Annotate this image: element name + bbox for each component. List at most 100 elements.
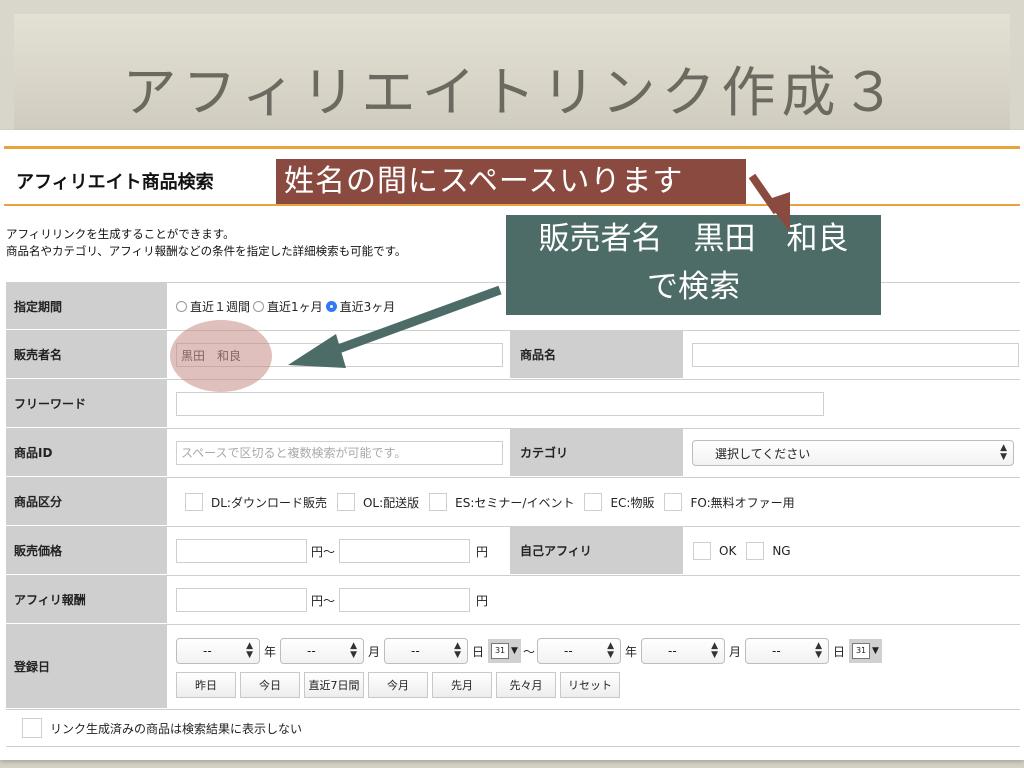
date-from-year-select[interactable]: -- ▲ ▼ bbox=[176, 638, 260, 664]
select-arrows-icon: ▲ ▼ bbox=[246, 641, 253, 660]
radio-off-icon bbox=[176, 301, 187, 312]
category-select[interactable]: 選択してください ▲ ▼ bbox=[692, 440, 1014, 466]
price-to-input[interactable] bbox=[339, 539, 471, 563]
product-id-cell bbox=[167, 429, 510, 477]
label-free-word: フリーワード bbox=[6, 380, 167, 428]
reward-from-input[interactable] bbox=[176, 588, 307, 612]
annotation-search-note: 販売者名 黒田 和良 で検索 bbox=[506, 215, 881, 315]
label-self-affiliate: 自己アフィリ bbox=[510, 527, 683, 575]
intro-line-1: アフィリリンクを生成することができます。 bbox=[6, 227, 235, 241]
row-product-id: 商品ID カテゴリ 選択してください ▲▼ bbox=[6, 429, 1020, 478]
caret-down-icon: ▼ bbox=[872, 646, 879, 656]
checkbox-type-es[interactable]: ES:セミナー/イベント bbox=[429, 493, 574, 511]
radio-period-week[interactable]: 直近１週間 bbox=[176, 298, 250, 315]
row-free-word: フリーワード bbox=[6, 380, 1020, 429]
annotation-search-line-1: 販売者名 黒田 和良 bbox=[538, 221, 849, 257]
label-reward: アフィリ報酬 bbox=[6, 576, 167, 624]
select-arrows-icon: ▲ ▼ bbox=[607, 641, 614, 660]
checkbox-icon bbox=[693, 542, 711, 560]
reward-to-input[interactable] bbox=[339, 588, 471, 612]
row-reward: アフィリ報酬 円〜 円 bbox=[6, 576, 1020, 625]
radio-period-3months[interactable]: 直近3ヶ月 bbox=[325, 298, 395, 315]
checkbox-type-dl[interactable]: DL:ダウンロード販売 bbox=[185, 493, 327, 511]
row-registered: 登録日 -- ▲ ▼ 年 -- ▲ ▼ 月 -- ▲ ▼ 日 31 ▼ 〜 -- ▲ ▼ 年 --… bbox=[6, 625, 1020, 710]
date-range: -- ▲ ▼ 年 -- ▲ ▼ 月 -- ▲ ▼ 日 31 ▼ 〜 -- ▲ ▼ 年 -- ▲ ▼ 月… bbox=[176, 636, 882, 666]
category-cell: 選択してください ▲ ▼ bbox=[683, 429, 1020, 477]
button-last-7-days[interactable]: 直近7日間 bbox=[304, 672, 364, 698]
reward-to-unit: 円 bbox=[476, 593, 489, 608]
select-arrows-icon: ▲ ▼ bbox=[711, 641, 718, 660]
quick-date-buttons: 昨日 今日 直近7日間 今月 先月 先々月 リセット bbox=[176, 672, 624, 698]
select-arrows-icon: ▲ ▼ bbox=[815, 641, 823, 660]
hide-generated-cell: リンク生成済みの商品は検索結果に表示しない bbox=[6, 710, 1020, 746]
checkbox-self-ok[interactable]: OK bbox=[693, 542, 736, 560]
checkbox-icon bbox=[429, 493, 448, 511]
row-seller: 販売者名 商品名 bbox=[6, 331, 1020, 380]
calendar-to-button[interactable]: 31 ▼ bbox=[849, 639, 882, 663]
checkbox-type-ol[interactable]: OL:配送版 bbox=[336, 493, 419, 511]
label-product-type: 商品区分 bbox=[6, 478, 167, 526]
button-reset[interactable]: リセット bbox=[560, 672, 620, 698]
checkbox-icon bbox=[746, 542, 765, 560]
label-period: 指定期間 bbox=[6, 283, 167, 330]
row-product-type: 商品区分 DL:ダウンロード販売 OL:配送版 ES:セミナー/イベント EC:… bbox=[6, 478, 1020, 527]
self-affiliate-options: OK NG bbox=[683, 527, 1020, 575]
date-to-day-select[interactable]: -- ▲ ▼ bbox=[745, 638, 830, 664]
product-name-input[interactable] bbox=[692, 343, 1019, 367]
button-yesterday[interactable]: 昨日 bbox=[176, 672, 236, 698]
reward-cell: 円〜 円 bbox=[167, 576, 1020, 624]
button-today[interactable]: 今日 bbox=[240, 672, 300, 698]
calendar-icon: 31 bbox=[491, 643, 510, 659]
select-arrows-icon: ▲ ▼ bbox=[1000, 443, 1007, 462]
button-this-month[interactable]: 今月 bbox=[368, 672, 428, 698]
slide-title: アフィリエイトリンク作成３ bbox=[122, 61, 902, 124]
label-price: 販売価格 bbox=[6, 527, 167, 575]
free-word-cell bbox=[167, 380, 1020, 428]
date-to-month-select[interactable]: -- ▲ ▼ bbox=[641, 638, 725, 664]
row-price: 販売価格 円〜 円 自己アフィリ OK NG bbox=[6, 527, 1020, 576]
unit-month: 月 bbox=[368, 644, 381, 659]
label-registered: 登録日 bbox=[6, 625, 167, 709]
label-seller: 販売者名 bbox=[6, 331, 167, 379]
button-last-month[interactable]: 先月 bbox=[432, 672, 492, 698]
checkbox-hide-generated[interactable]: リンク生成済みの商品は検索結果に表示しない bbox=[22, 718, 302, 738]
checkbox-type-fo[interactable]: FO:無料オファー用 bbox=[664, 493, 795, 511]
unit-year: 年 bbox=[264, 644, 277, 659]
checkbox-type-ec[interactable]: EC:物販 bbox=[584, 493, 654, 511]
annotation-space-note: 姓名の間にスペースいります bbox=[276, 159, 746, 204]
product-id-input[interactable] bbox=[176, 441, 503, 465]
unit-month: 月 bbox=[729, 644, 742, 659]
checkbox-icon bbox=[336, 493, 355, 511]
label-product-name: 商品名 bbox=[510, 331, 683, 379]
radio-period-month[interactable]: 直近1ヶ月 bbox=[253, 298, 323, 315]
price-from-input[interactable] bbox=[176, 539, 307, 563]
intro-line-2: 商品名やカテゴリ、アフィリ報酬などの条件を指定した詳細検索も可能です。 bbox=[6, 244, 407, 258]
highlight-oval bbox=[170, 320, 272, 392]
select-arrows-icon: ▲ ▼ bbox=[350, 641, 358, 660]
select-arrows-icon: ▲ ▼ bbox=[454, 641, 462, 660]
caret-down-icon: ▼ bbox=[511, 646, 518, 656]
price-to-unit: 円 bbox=[476, 544, 489, 559]
calendar-icon: 31 bbox=[852, 643, 871, 659]
checkbox-icon bbox=[584, 493, 603, 511]
checkbox-self-ng[interactable]: NG bbox=[746, 542, 791, 560]
button-month-before-last[interactable]: 先々月 bbox=[496, 672, 556, 698]
date-to-year-select[interactable]: -- ▲ ▼ bbox=[536, 638, 621, 664]
reward-from-unit: 円〜 bbox=[311, 593, 336, 608]
checkbox-icon bbox=[22, 718, 42, 738]
row-hide-generated: リンク生成済みの商品は検索結果に表示しない bbox=[6, 710, 1020, 747]
panel-intro: アフィリリンクを生成することができます。 商品名やカテゴリ、アフィリ報酬などの条… bbox=[6, 226, 406, 260]
date-from-day-select[interactable]: -- ▲ ▼ bbox=[384, 638, 469, 664]
free-word-input[interactable] bbox=[176, 392, 824, 416]
unit-year: 年 bbox=[624, 644, 637, 659]
checkbox-icon bbox=[664, 493, 683, 511]
radio-off-icon bbox=[253, 301, 265, 312]
search-form: 指定期間 直近１週間 直近1ヶ月 直近3ヶ月 販売者名 商品名 フリーワード bbox=[6, 282, 1020, 747]
checkbox-icon bbox=[185, 493, 203, 511]
calendar-from-button[interactable]: 31 ▼ bbox=[488, 639, 521, 663]
product-type-options: DL:ダウンロード販売 OL:配送版 ES:セミナー/イベント EC:物販 FO… bbox=[167, 478, 1020, 526]
panel-top-line bbox=[4, 146, 1020, 149]
unit-day: 日 bbox=[472, 644, 485, 659]
category-selected: 選択してください bbox=[715, 446, 811, 461]
date-from-month-select[interactable]: -- ▲ ▼ bbox=[280, 638, 365, 664]
